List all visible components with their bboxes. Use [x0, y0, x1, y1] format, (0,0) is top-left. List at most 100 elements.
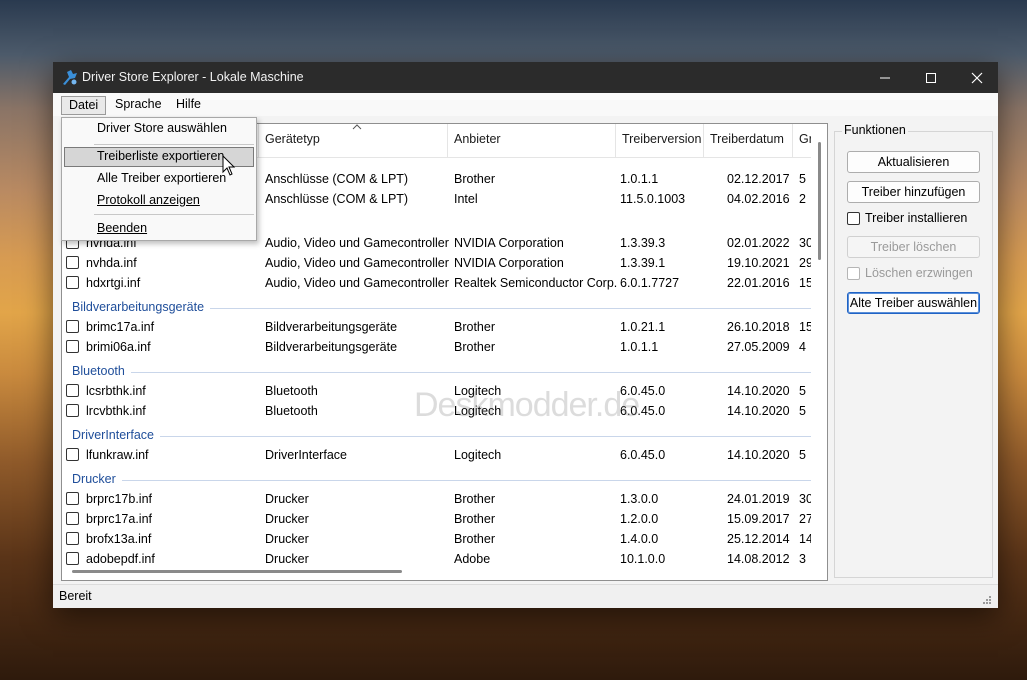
resize-grip-icon[interactable]: [982, 595, 992, 605]
version-cell: 1.0.21.1: [620, 320, 666, 334]
driver-name-cell: adobepdf.inf: [86, 552, 155, 566]
menu-bar: Datei Sprache Hilfe: [53, 93, 998, 116]
menu-datei[interactable]: Datei: [61, 96, 107, 115]
device-type-cell: Bildverarbeitungsgeräte: [265, 340, 398, 354]
menu-hilfe[interactable]: Hilfe: [169, 96, 208, 115]
device-type-cell: DriverInterface: [265, 448, 347, 462]
version-cell: 11.5.0.1003: [620, 192, 686, 206]
size-cell: 153: [799, 276, 811, 290]
table-row[interactable]: brofx13a.inf Drucker Brother 1.4.0.0 25.12.2…: [62, 529, 811, 549]
table-row[interactable]: hdxrtgi.inf Audio, Video und Gamecontroll…: [62, 273, 811, 293]
date-cell: 26.10.2018: [727, 320, 790, 334]
table-row[interactable]: nvhda.inf Audio, Video und Gamecontroller…: [62, 253, 811, 273]
row-checkbox[interactable]: [66, 552, 79, 565]
menu-sprache[interactable]: Sprache: [108, 96, 169, 115]
app-icon: [63, 70, 77, 85]
date-cell: 24.01.2019: [727, 492, 790, 506]
size-cell: 3: [799, 552, 806, 566]
select-old-drivers-button[interactable]: Alte Treiber auswählen: [847, 292, 980, 314]
table-row[interactable]: brprc17a.inf Drucker Brother 1.2.0.0 15.09.2…: [62, 509, 811, 529]
menu-item-select-driver-store[interactable]: Driver Store auswählen: [64, 119, 254, 139]
datei-dropdown-menu: Driver Store auswählen Treiberliste expo…: [61, 117, 257, 241]
group-header[interactable]: DriverInterface: [62, 425, 811, 445]
vertical-scroll-thumb[interactable]: [818, 142, 821, 260]
force-delete-label: Löschen erzwingen: [865, 266, 973, 280]
row-checkbox[interactable]: [66, 256, 79, 269]
driver-name-cell: lrcvbthk.inf: [86, 404, 146, 418]
refresh-button[interactable]: Aktualisieren: [847, 151, 980, 173]
sort-ascending-icon: [352, 124, 362, 130]
size-cell: 14: [799, 532, 811, 546]
device-type-cell: Drucker: [265, 512, 309, 526]
maximize-button[interactable]: [908, 62, 954, 93]
title-bar[interactable]: Driver Store Explorer - Lokale Maschine: [53, 62, 998, 93]
group-label: DriverInterface: [72, 428, 154, 442]
row-checkbox[interactable]: [66, 320, 79, 333]
row-checkbox[interactable]: [66, 404, 79, 417]
vendor-cell: Brother: [454, 340, 495, 354]
menu-separator: [94, 144, 254, 145]
table-row[interactable]: lfunkraw.inf DriverInterface Logitech 6.0.4…: [62, 445, 811, 465]
group-divider: [130, 372, 811, 373]
window-title: Driver Store Explorer - Lokale Maschine: [82, 70, 304, 84]
add-driver-button[interactable]: Treiber hinzufügen: [847, 181, 980, 203]
maximize-icon: [926, 73, 936, 83]
row-checkbox[interactable]: [66, 512, 79, 525]
device-type-cell: Audio, Video und Gamecontroller: [265, 256, 449, 270]
version-cell: 6.0.1.7727: [620, 276, 680, 290]
menu-item-exit[interactable]: Beenden: [64, 219, 254, 239]
vertical-scrollbar[interactable]: [813, 130, 821, 570]
vendor-cell: NVIDIA Corporation: [454, 256, 564, 270]
device-type-cell: Bluetooth: [265, 384, 318, 398]
row-checkbox[interactable]: [66, 448, 79, 461]
group-label: Drucker: [72, 472, 116, 486]
row-checkbox[interactable]: [66, 492, 79, 505]
device-type-cell: Bluetooth: [265, 404, 318, 418]
minimize-button[interactable]: [862, 62, 908, 93]
version-cell: 1.4.0.0: [620, 532, 659, 546]
menu-separator: [94, 214, 254, 215]
row-checkbox[interactable]: [66, 384, 79, 397]
date-cell: 14.10.2020: [727, 384, 790, 398]
vendor-cell: Brother: [454, 532, 495, 546]
version-cell: 1.3.39.1: [620, 256, 666, 270]
size-cell: 27: [799, 512, 811, 526]
menu-item-label: Driver Store auswählen: [97, 121, 227, 135]
row-checkbox[interactable]: [66, 276, 79, 289]
row-checkbox[interactable]: [66, 340, 79, 353]
vendor-cell: Brother: [454, 172, 495, 186]
column-header-size[interactable]: Gr: [793, 124, 811, 158]
vendor-cell: Brother: [454, 320, 495, 334]
driver-name-cell: nvhda.inf: [86, 256, 137, 270]
table-row[interactable]: brprc17b.inf Drucker Brother 1.3.0.0 24.01.2…: [62, 489, 811, 509]
device-type-cell: Audio, Video und Gamecontroller: [265, 236, 449, 250]
menu-item-label: Protokoll anzeigen: [97, 193, 200, 207]
menu-item-show-log[interactable]: Protokoll anzeigen: [64, 191, 254, 211]
size-cell: 5: [799, 384, 806, 398]
version-cell: 1.0.1.1: [620, 340, 659, 354]
checkbox[interactable]: [847, 212, 860, 225]
group-header[interactable]: Bildverarbeitungsgeräte: [62, 297, 811, 317]
minimize-icon: [880, 77, 890, 79]
date-cell: 27.05.2009: [727, 340, 790, 354]
driver-name-cell: brprc17a.inf: [86, 512, 153, 526]
table-row[interactable]: adobepdf.inf Drucker Adobe 10.1.0.0 14.08.20…: [62, 549, 811, 568]
group-header[interactable]: Bluetooth: [62, 361, 811, 381]
row-checkbox[interactable]: [66, 532, 79, 545]
device-type-cell: Anschlüsse (COM & LPT): [265, 172, 409, 186]
column-header-vendor[interactable]: Anbieter: [448, 124, 616, 158]
delete-driver-button[interactable]: Treiber löschen: [847, 236, 980, 258]
close-button[interactable]: [954, 62, 1000, 93]
column-header-date[interactable]: Treiberdatum: [704, 124, 793, 158]
table-row[interactable]: brimc17a.inf Bildverarbeitungsgeräte Broth…: [62, 317, 811, 337]
group-header[interactable]: Drucker: [62, 469, 811, 489]
table-row[interactable]: brimi06a.inf Bildverarbeitungsgeräte Broth…: [62, 337, 811, 357]
column-header-version[interactable]: Treiberversion: [616, 124, 704, 158]
horizontal-scroll-thumb[interactable]: [72, 570, 402, 573]
group-divider: [121, 480, 811, 481]
device-type-cell: Bildverarbeitungsgeräte: [265, 320, 398, 334]
date-cell: 02.12.2017: [727, 172, 790, 186]
checkbox[interactable]: [847, 267, 860, 280]
date-cell: 14.10.2020: [727, 448, 790, 462]
version-cell: 1.2.0.0: [620, 512, 659, 526]
